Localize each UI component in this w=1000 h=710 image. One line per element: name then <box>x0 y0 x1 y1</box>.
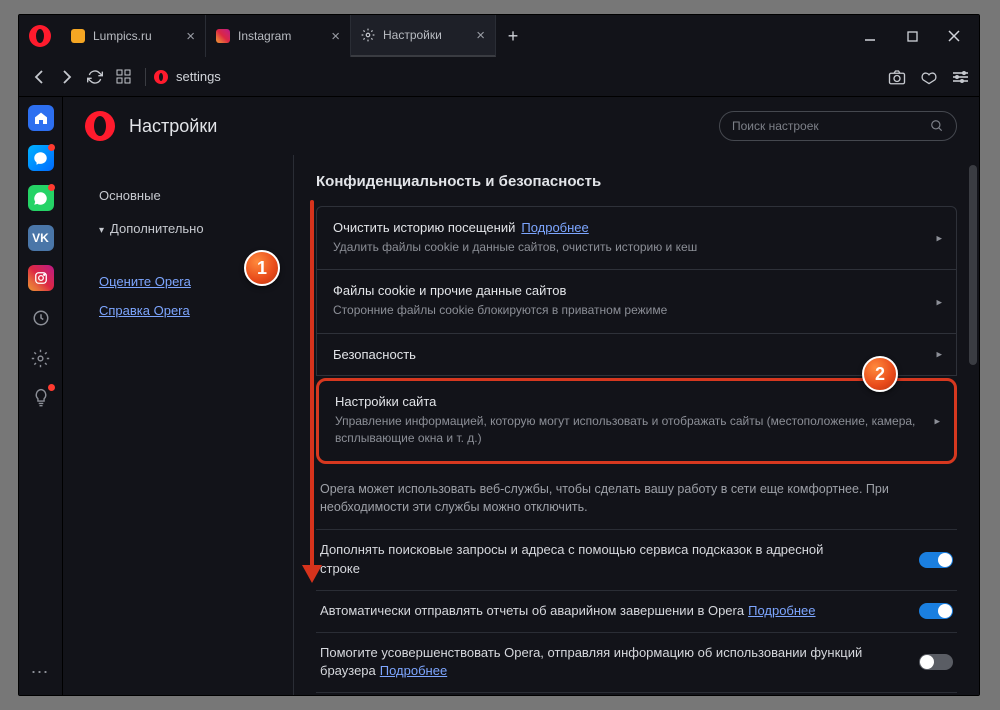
sidebar-bulb-icon[interactable] <box>28 385 54 411</box>
nav-back-button[interactable] <box>25 63 53 91</box>
sidebar-vk-icon[interactable]: VK <box>28 225 54 251</box>
tab-strip: Lumpics.ru × Instagram × Настройки × + <box>61 15 849 57</box>
sidebar-settings-icon[interactable] <box>28 345 54 371</box>
nav-basic[interactable]: Основные <box>99 179 293 212</box>
search-placeholder: Поиск настроек <box>732 119 930 133</box>
chevron-right-icon: ▸ <box>936 348 942 361</box>
learn-more-link[interactable]: Подробнее <box>748 603 815 618</box>
rate-opera-link[interactable]: Оцените Opera <box>99 267 293 296</box>
card-security[interactable]: Безопасность ▸ <box>316 334 957 376</box>
sidebar-instagram-icon[interactable] <box>28 265 54 291</box>
option-usage-stats: Помогите усовершенствовать Opera, отправ… <box>316 632 957 693</box>
sidebar-messenger-icon[interactable] <box>28 145 54 171</box>
chevron-right-icon: ▸ <box>936 232 942 245</box>
search-icon <box>930 119 944 133</box>
learn-more-link[interactable]: Подробнее <box>380 663 447 678</box>
tab-label: Настройки <box>383 28 442 42</box>
minimize-button[interactable] <box>849 15 891 57</box>
toggle-usage-stats[interactable] <box>919 654 953 670</box>
settings-left-nav: Основные Дополнительно Оцените Opera Спр… <box>63 155 293 695</box>
sidebar-history-icon[interactable] <box>28 305 54 331</box>
sidebar-whatsapp-icon[interactable] <box>28 185 54 211</box>
services-note: Opera может использовать веб-службы, что… <box>316 466 957 530</box>
chevron-right-icon: ▸ <box>934 414 940 427</box>
card-site-settings[interactable]: Настройки сайта Управление информацией, … <box>316 378 957 464</box>
chevron-right-icon: ▸ <box>936 295 942 308</box>
section-heading: Конфиденциальность и безопасность <box>316 173 957 190</box>
opera-logo-icon <box>85 111 115 141</box>
tab-settings[interactable]: Настройки × <box>351 15 496 57</box>
maximize-button[interactable] <box>891 15 933 57</box>
sidebar-strip: VK ⋯ <box>19 97 63 695</box>
close-icon[interactable]: × <box>178 28 195 45</box>
page-title: Настройки <box>129 116 217 137</box>
speed-dial-button[interactable] <box>109 63 137 91</box>
card-cookies[interactable]: Файлы cookie и прочие данные сайтов Стор… <box>316 270 957 333</box>
learn-more-link[interactable]: Подробнее <box>521 220 588 235</box>
page-header: Настройки Поиск настроек <box>63 97 979 155</box>
close-icon[interactable]: × <box>468 27 485 44</box>
reload-button[interactable] <box>81 63 109 91</box>
new-tab-button[interactable]: + <box>496 15 530 57</box>
url-text: settings <box>176 69 221 84</box>
easy-setup-icon[interactable] <box>952 70 969 84</box>
toggle-autocomplete[interactable] <box>919 552 953 568</box>
address-bar: settings <box>19 57 979 97</box>
close-icon[interactable]: × <box>323 28 340 45</box>
option-autocomplete: Дополнять поисковые запросы и адреса с п… <box>316 529 957 590</box>
help-opera-link[interactable]: Справка Opera <box>99 296 293 325</box>
nav-advanced[interactable]: Дополнительно <box>99 212 293 245</box>
bookmark-icon[interactable] <box>920 69 938 85</box>
toggle-crash-reports[interactable] <box>919 603 953 619</box>
close-button[interactable] <box>933 15 975 57</box>
settings-pane[interactable]: Конфиденциальность и безопасность Очисти… <box>294 155 979 695</box>
option-malware-protection: Включить защиту от вредоносных сайтов <box>316 692 957 695</box>
sidebar-more-icon[interactable]: ⋯ <box>28 659 54 685</box>
tab-lumpics[interactable]: Lumpics.ru × <box>61 15 206 57</box>
opera-menu-button[interactable] <box>19 15 61 57</box>
snapshot-icon[interactable] <box>888 69 906 85</box>
address-field[interactable]: settings <box>154 69 888 84</box>
titlebar: Lumpics.ru × Instagram × Настройки × + <box>19 15 979 57</box>
scrollbar-thumb[interactable] <box>969 165 977 365</box>
card-clear-history[interactable]: Очистить историю посещенийПодробнее Удал… <box>316 206 957 270</box>
tab-label: Instagram <box>238 29 291 43</box>
option-crash-reports: Автоматически отправлять отчеты об авари… <box>316 590 957 632</box>
tab-label: Lumpics.ru <box>93 29 152 43</box>
nav-forward-button[interactable] <box>53 63 81 91</box>
sidebar-home-icon[interactable] <box>28 105 54 131</box>
settings-search-input[interactable]: Поиск настроек <box>719 111 957 141</box>
tab-instagram[interactable]: Instagram × <box>206 15 351 57</box>
